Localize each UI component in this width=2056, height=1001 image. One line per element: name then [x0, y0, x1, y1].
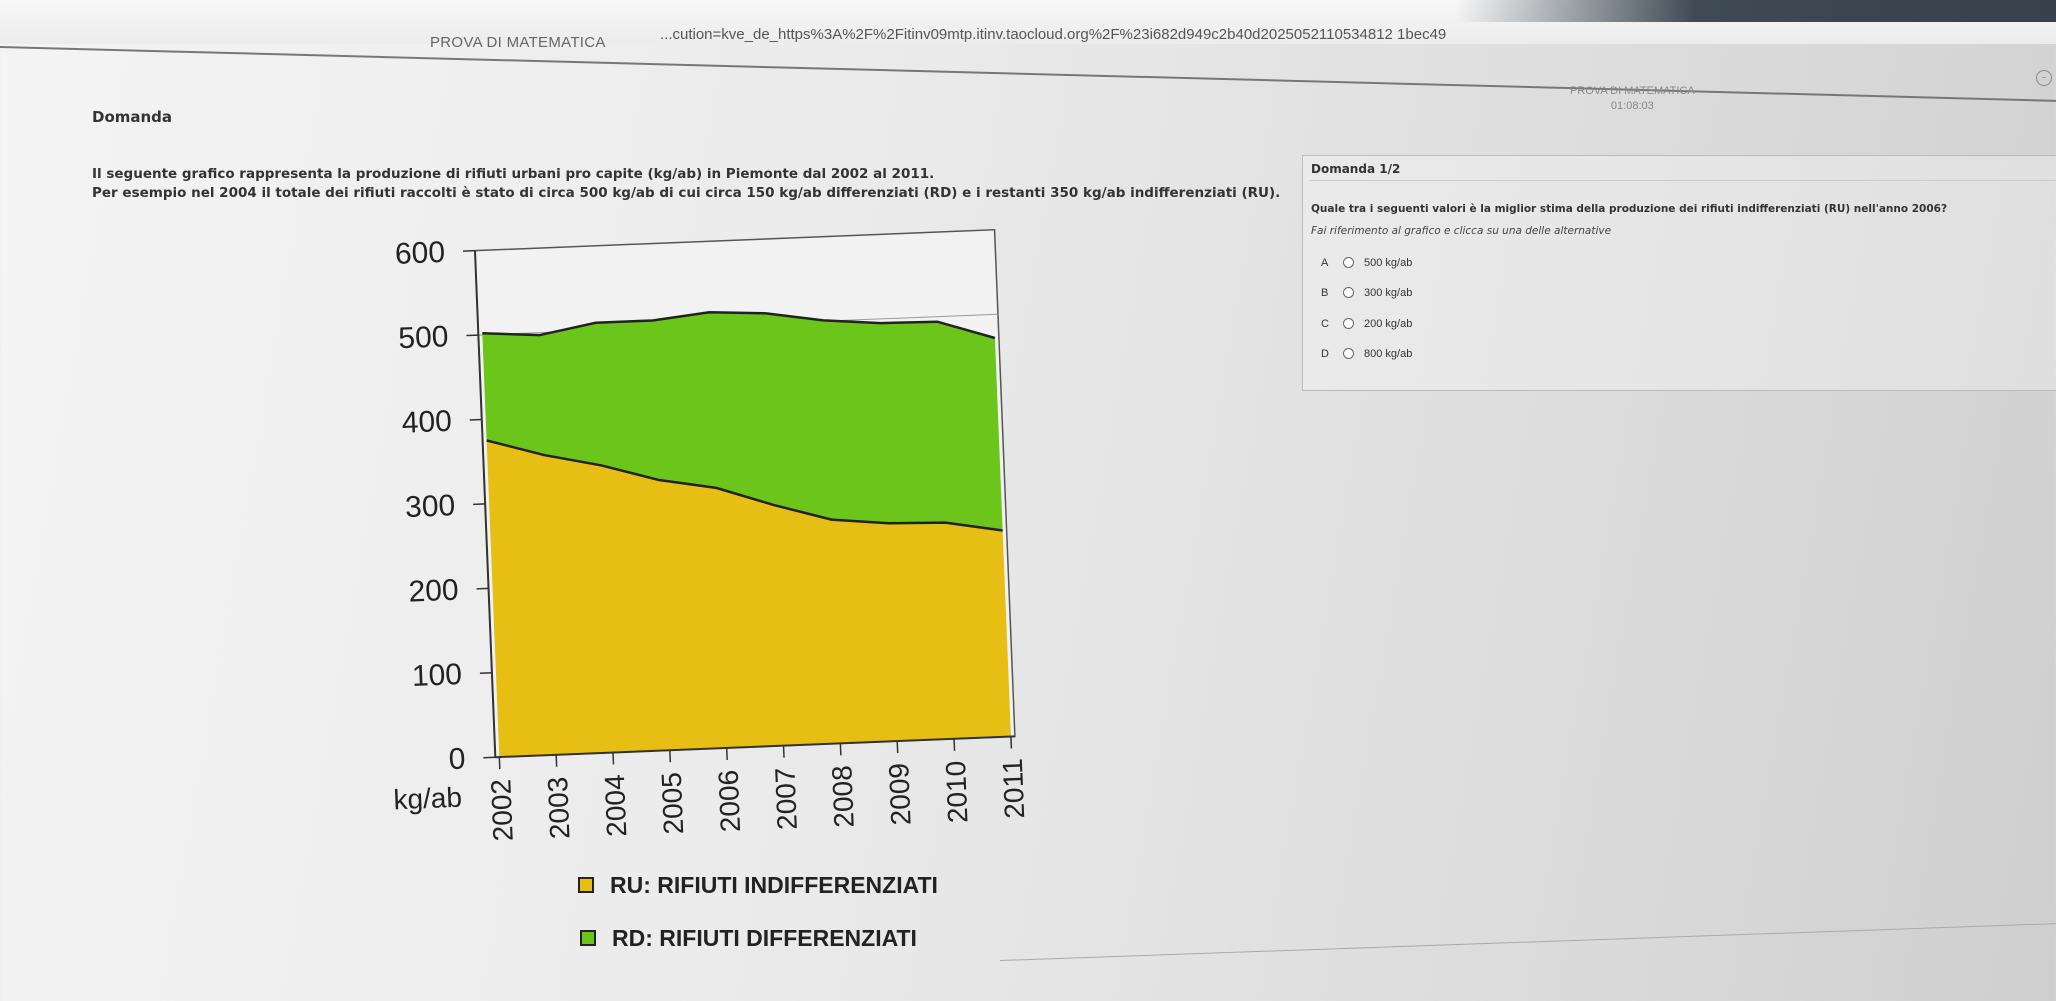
- panel-divider: [1309, 180, 2056, 181]
- x-tick-label-2007: 2007: [769, 767, 802, 830]
- y-tick-label-0: 0: [448, 742, 466, 776]
- radio-icon[interactable]: [1343, 347, 1354, 359]
- option-b-label: 300 kg/ab: [1364, 287, 1413, 299]
- browser-bar: ...cution=kve_de_https%3A%2F%2Fitinv09mt…: [0, 0, 2056, 44]
- y-tick-label-400: 400: [401, 405, 452, 440]
- x-tick-label-2003: 2003: [542, 776, 575, 839]
- y-tick-label-100: 100: [411, 658, 462, 693]
- panel-title: Domanda 1/2: [1311, 162, 1401, 176]
- panel-question: Quale tra i seguenti valori è la miglior…: [1311, 203, 1948, 215]
- x-tick-label-2005: 2005: [656, 772, 689, 835]
- y-tick-label-600: 600: [394, 236, 445, 271]
- option-d[interactable]: D 800 kg/ab: [1321, 347, 1413, 368]
- option-a[interactable]: A 500 kg/ab: [1321, 256, 1413, 277]
- exam-name: PROVA DI MATEMATICA: [1570, 85, 1695, 97]
- chart-plot-group: 0 100 200 300 400 500 600 2002 2003 2004 2005 2006 2…: [393, 228, 1030, 842]
- legend-ru-label: RU: RIFIUTI INDIFFERENZIATI: [610, 872, 938, 898]
- question-panel: Domanda 1/2 Quale tra i seguenti valori …: [1302, 155, 2056, 391]
- url-text[interactable]: ...cution=kve_de_https%3A%2F%2Fitinv09mt…: [660, 26, 1446, 43]
- option-d-letter: D: [1321, 348, 1329, 360]
- x-tick-label-2004: 2004: [599, 774, 632, 837]
- exam-info: PROVA DI MATEMATICA 01:08:03: [1570, 84, 1695, 114]
- x-tick-label-2011: 2011: [997, 758, 1030, 819]
- option-a-letter: A: [1321, 257, 1329, 269]
- panel-hint: Fai riferimento al grafico e clicca su u…: [1311, 225, 1612, 237]
- option-c-letter: C: [1321, 318, 1329, 330]
- radio-icon[interactable]: [1343, 317, 1354, 329]
- window-frame: [1456, 0, 2056, 22]
- minimize-icon[interactable]: –: [2036, 70, 2052, 86]
- y-tick-label-500: 500: [398, 320, 449, 355]
- x-tick-label-2008: 2008: [826, 765, 859, 828]
- option-c-label: 200 kg/ab: [1364, 318, 1413, 330]
- question-text: Il seguente grafico rappresenta la produ…: [92, 165, 1280, 203]
- x-tick-label-2006: 2006: [713, 769, 746, 832]
- waste-chart: 0 100 200 300 400 500 600 2002 2003 2004 2005 2006 2…: [393, 228, 1030, 842]
- legend-rd-label: RD: RIFIUTI DIFFERENZIATI: [612, 925, 917, 951]
- section-label: Domanda: [92, 108, 173, 126]
- y-tick-label-200: 200: [408, 574, 459, 609]
- header-divider: [0, 46, 2056, 103]
- legend-ru: RU: RIFIUTI INDIFFERENZIATI: [578, 872, 938, 899]
- option-d-label: 800 kg/ab: [1364, 348, 1413, 360]
- legend-rd: RD: RIFIUTI DIFFERENZIATI: [580, 925, 917, 952]
- question-line-1: Il seguente grafico rappresenta la produ…: [92, 166, 935, 182]
- question-line-2: Per esempio nel 2004 il totale dei rifiu…: [92, 185, 1281, 201]
- option-b[interactable]: B 300 kg/ab: [1321, 286, 1413, 307]
- option-a-label: 500 kg/ab: [1364, 257, 1413, 269]
- x-tick-label-2009: 2009: [883, 762, 916, 825]
- legend-rd-swatch: [580, 929, 596, 946]
- exam-timer: 01:08:03: [1610, 100, 1654, 112]
- radio-icon[interactable]: [1343, 256, 1354, 268]
- y-tick-label-300: 300: [405, 489, 456, 524]
- page-edge-line: [1000, 921, 2056, 961]
- legend-ru-swatch: [578, 876, 594, 893]
- x-tick-label-2010: 2010: [940, 760, 973, 823]
- y-axis-label: kg/ab: [393, 782, 463, 816]
- page-header-title: PROVA DI MATEMATICA: [430, 34, 606, 51]
- radio-icon[interactable]: [1343, 286, 1354, 298]
- option-c[interactable]: C 200 kg/ab: [1321, 317, 1413, 338]
- x-tick-label-2002: 2002: [485, 778, 518, 841]
- option-b-letter: B: [1321, 287, 1329, 299]
